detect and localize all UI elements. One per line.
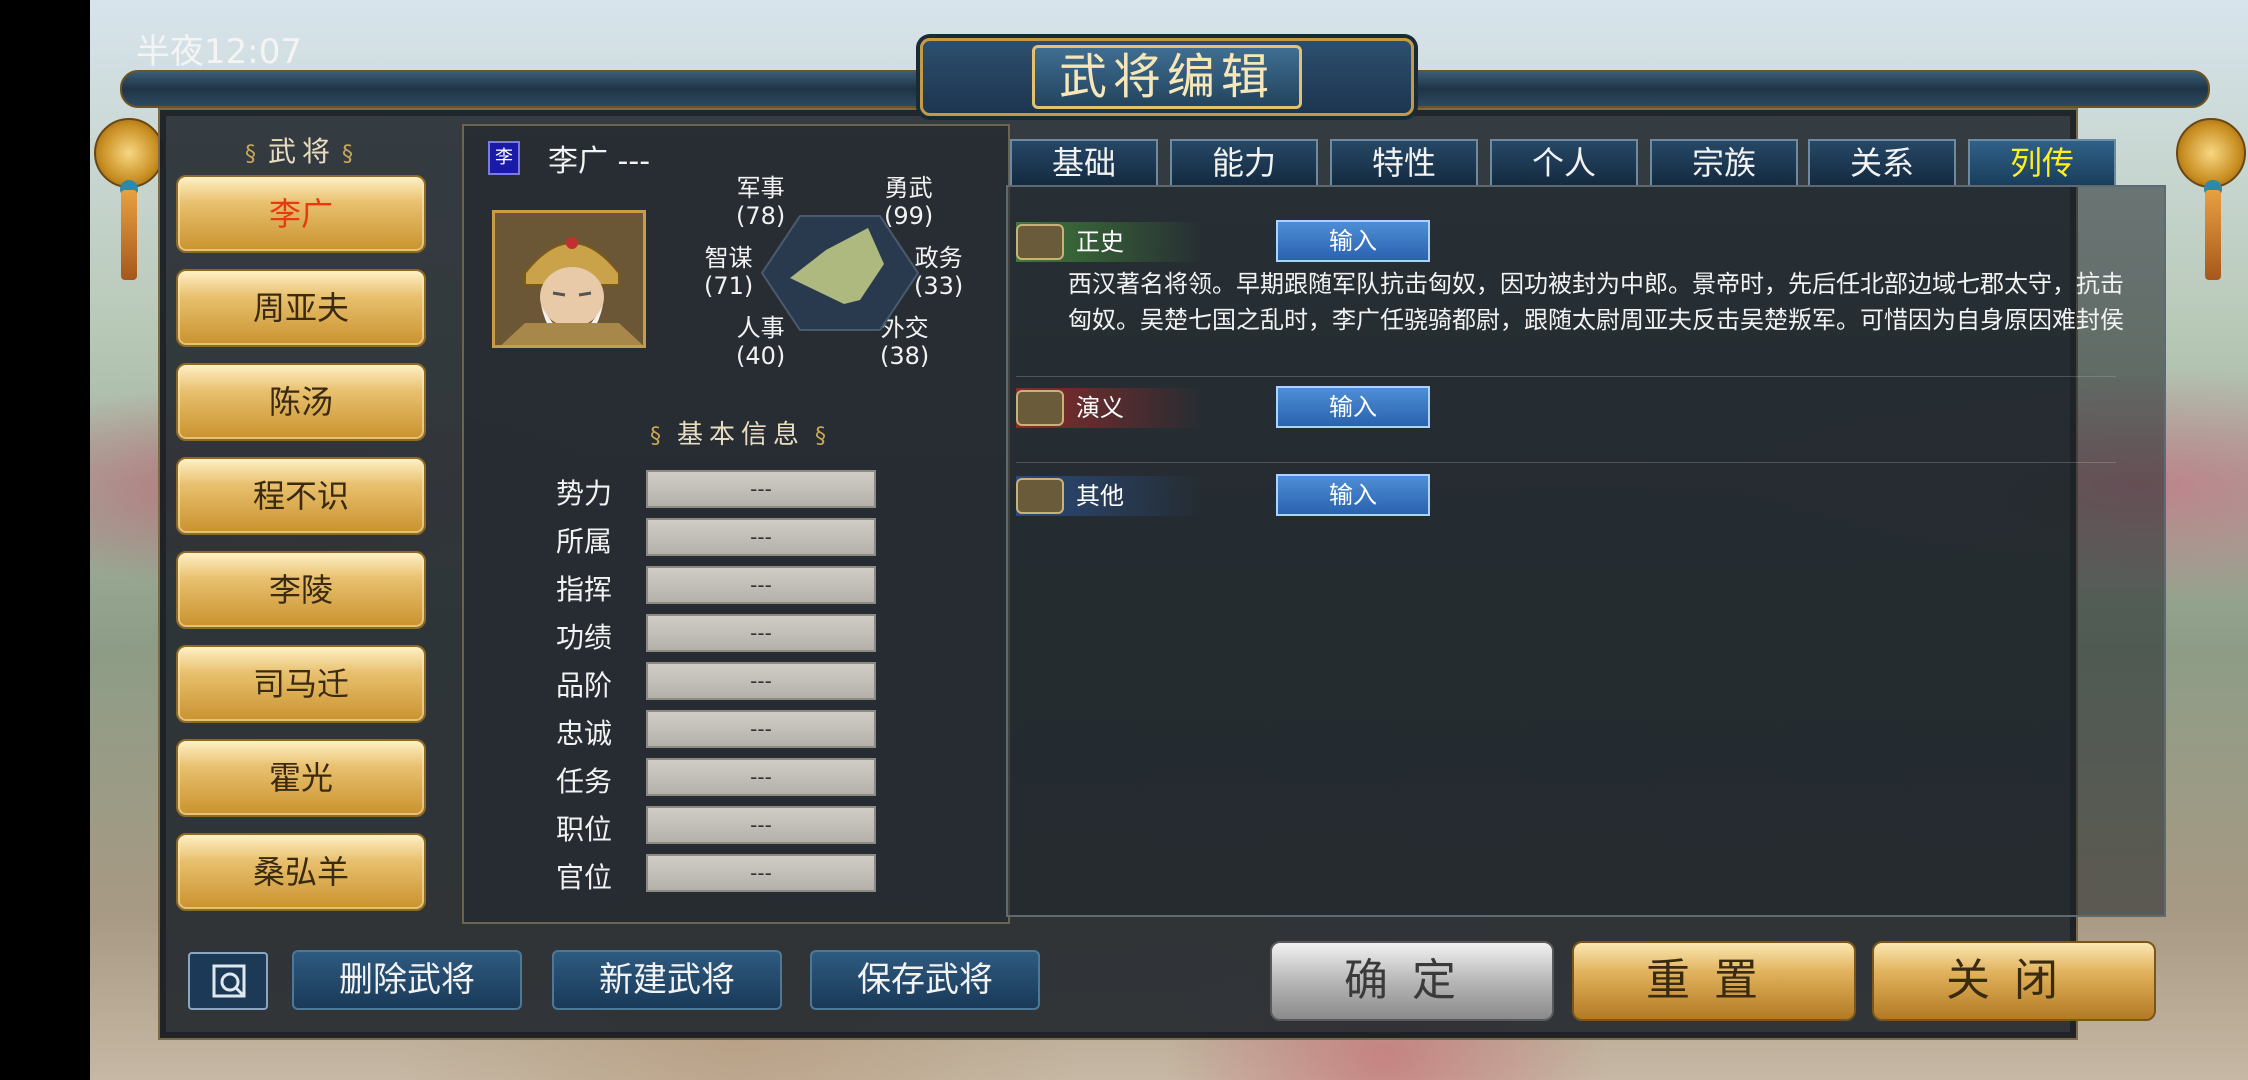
tab-personal[interactable]: 个人 xyxy=(1490,139,1638,185)
field-task[interactable]: --- xyxy=(646,758,876,796)
portrait-icon xyxy=(495,213,643,345)
save-general-button[interactable]: 保存武将 xyxy=(810,950,1040,1010)
knot-icon xyxy=(1016,390,1064,426)
section-romance: 演义 xyxy=(1016,388,1202,428)
general-list[interactable]: 李广 周亚夫 陈汤 程不识 李陵 司马迁 霍光 桑弘羊 xyxy=(176,175,428,935)
general-item-sang-hongyang[interactable]: 桑弘羊 xyxy=(176,833,426,911)
stat-hexagon-chart xyxy=(760,215,920,331)
field-label-faction: 势力 xyxy=(556,477,613,510)
field-office[interactable]: --- xyxy=(646,854,876,892)
knot-icon xyxy=(1016,478,1064,514)
input-button-official[interactable]: 输入 xyxy=(1276,220,1430,262)
delete-general-button[interactable]: 删除武将 xyxy=(292,950,522,1010)
input-button-romance[interactable]: 输入 xyxy=(1276,386,1430,428)
tassel-left xyxy=(121,190,137,280)
section-divider xyxy=(1016,462,2116,463)
search-button[interactable] xyxy=(188,952,268,1010)
close-button[interactable]: 关闭 xyxy=(1872,941,2156,1021)
field-loyalty[interactable]: --- xyxy=(646,710,876,748)
field-label-command: 指挥 xyxy=(556,573,613,606)
field-faction[interactable]: --- xyxy=(646,470,876,508)
field-label-office: 官位 xyxy=(556,861,613,894)
tab-basic[interactable]: 基础 xyxy=(1010,139,1158,185)
field-label-position: 职位 xyxy=(556,813,613,846)
tassel-right xyxy=(2205,190,2221,280)
new-general-button[interactable]: 新建武将 xyxy=(552,950,782,1010)
general-item-li-guang[interactable]: 李广 xyxy=(176,175,426,253)
general-name-row: 李 李广 --- xyxy=(488,136,650,180)
general-item-li-ling[interactable]: 李陵 xyxy=(176,551,426,629)
general-item-chen-tang[interactable]: 陈汤 xyxy=(176,363,426,441)
title-plate: 武将编辑 xyxy=(920,38,1414,116)
tab-biography[interactable]: 列传 xyxy=(1968,139,2116,185)
search-icon xyxy=(212,964,246,998)
field-affiliation[interactable]: --- xyxy=(646,518,876,556)
field-label-merit: 功绩 xyxy=(556,621,613,654)
status-time: 半夜12:07 xyxy=(136,32,302,72)
field-position[interactable]: --- xyxy=(646,806,876,844)
field-command[interactable]: --- xyxy=(646,566,876,604)
tab-traits[interactable]: 特性 xyxy=(1330,139,1478,185)
field-rank[interactable]: --- xyxy=(646,662,876,700)
section-other: 其他 xyxy=(1016,476,1202,516)
faction-badge: 李 xyxy=(488,141,520,175)
basic-info-heading: 基本信息 xyxy=(566,414,916,451)
section-official-history: 正史 xyxy=(1016,222,1202,262)
general-portrait[interactable] xyxy=(492,210,646,348)
confirm-button[interactable]: 确定 xyxy=(1270,941,1554,1021)
reset-button[interactable]: 重置 xyxy=(1572,941,1856,1021)
general-item-huo-guang[interactable]: 霍光 xyxy=(176,739,426,817)
scroll-knob-right xyxy=(2176,118,2246,188)
field-label-rank: 品阶 xyxy=(556,669,613,702)
tab-ability[interactable]: 能力 xyxy=(1170,139,1318,185)
tab-relations[interactable]: 关系 xyxy=(1808,139,1956,185)
field-label-loyalty: 忠诚 xyxy=(556,717,613,750)
scroll-knob-left xyxy=(94,118,164,188)
official-biography-text: 西汉著名将领。早期跟随军队抗击匈奴，因功被封为中郎。景帝时，先后任北部边域七郡太… xyxy=(1068,270,2124,334)
general-name: 李广 --- xyxy=(548,144,651,179)
screen-bezel xyxy=(0,0,90,1080)
stat-politics: 政务 (33) xyxy=(914,244,964,300)
general-item-sima-qian[interactable]: 司马迁 xyxy=(176,645,426,723)
section-divider xyxy=(1016,376,2116,377)
knot-icon xyxy=(1016,224,1064,260)
tab-clan[interactable]: 宗族 xyxy=(1650,139,1798,185)
general-item-cheng-bushi[interactable]: 程不识 xyxy=(176,457,426,535)
window-title: 武将编辑 xyxy=(1032,45,1302,109)
general-item-zhou-yafu[interactable]: 周亚夫 xyxy=(176,269,426,347)
stat-strategy: 智谋 (71) xyxy=(704,244,754,300)
field-label-affiliation: 所属 xyxy=(556,525,613,558)
field-label-task: 任务 xyxy=(556,765,613,798)
input-button-other[interactable]: 输入 xyxy=(1276,474,1430,516)
general-list-heading: 武将 xyxy=(212,130,392,170)
field-merit[interactable]: --- xyxy=(646,614,876,652)
